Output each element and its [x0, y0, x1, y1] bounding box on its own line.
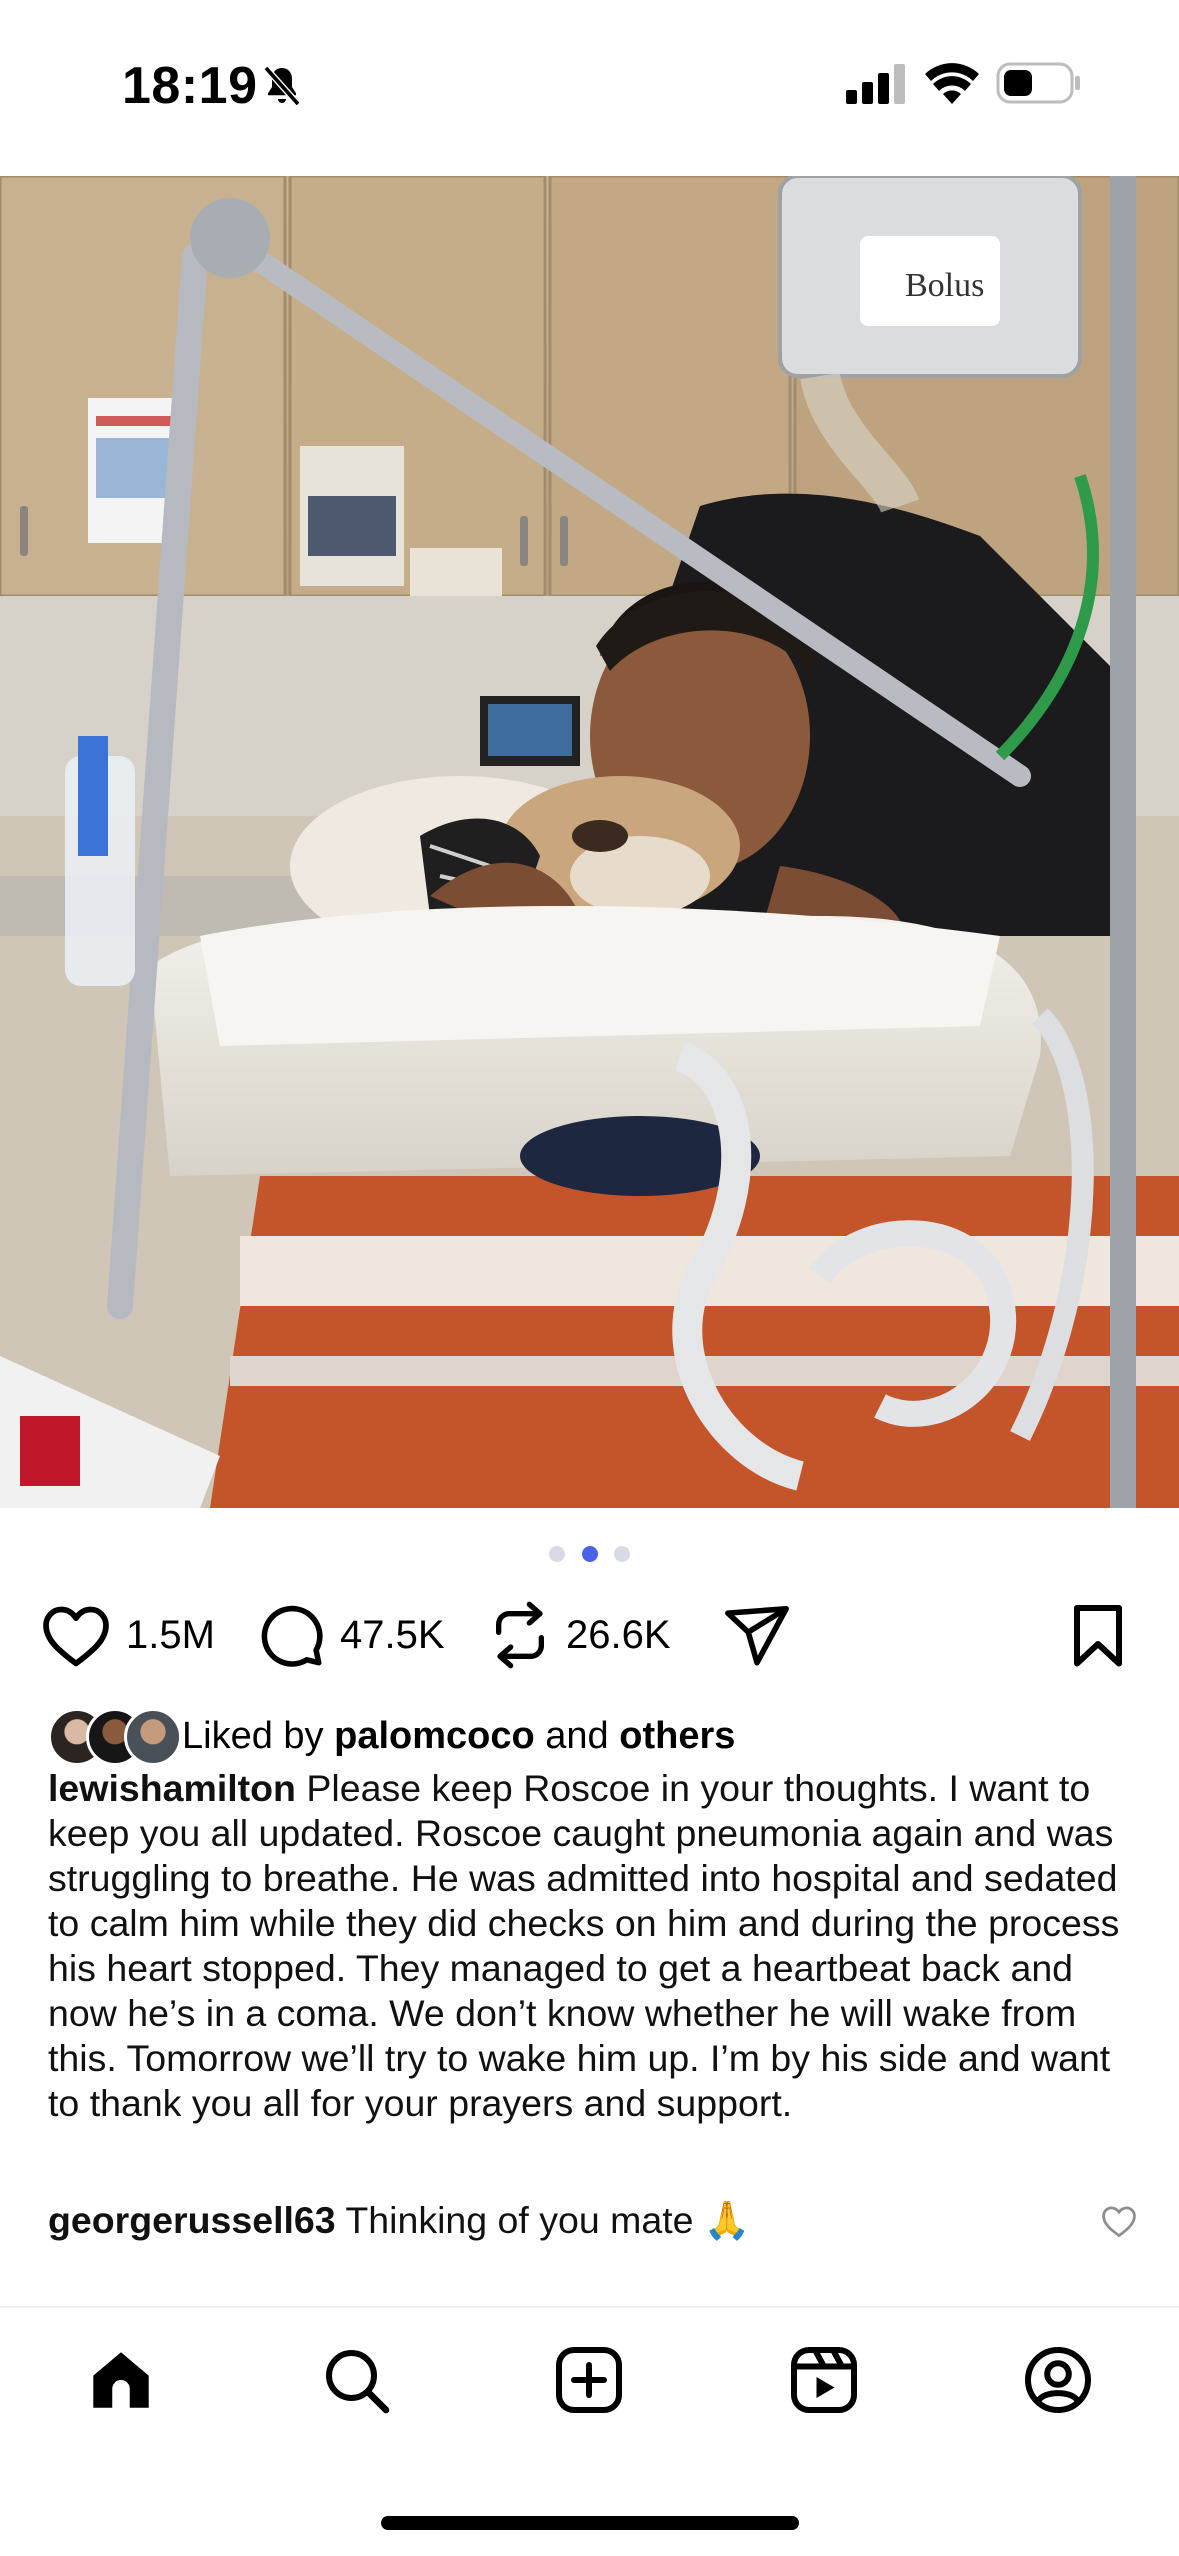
repost-button[interactable]: 26.6K	[488, 1595, 671, 1675]
send-icon	[725, 1605, 789, 1666]
comment-like-icon[interactable]	[1100, 2204, 1138, 2243]
signal-icon	[846, 64, 906, 109]
nav-home[interactable]	[83, 2342, 159, 2418]
liked-by-prefix: Liked by	[182, 1714, 324, 1757]
bolus-label: Bolus	[905, 267, 984, 304]
wifi-icon	[925, 60, 979, 109]
post-caption: lewishamilton Please keep Roscoe in your…	[48, 1766, 1138, 2126]
nav-profile[interactable]	[1020, 2342, 1096, 2418]
liked-by-row[interactable]: Liked by palomcoco and others	[48, 1706, 735, 1766]
nav-reels[interactable]	[786, 2342, 862, 2418]
comment-text: Thinking of you mate 🙏	[345, 2199, 751, 2241]
status-bar: 18:19	[0, 0, 1179, 176]
nav-create[interactable]	[551, 2342, 627, 2418]
battery-icon	[996, 62, 1082, 109]
home-indicator[interactable]	[381, 2516, 799, 2530]
bell-slash-icon	[258, 62, 306, 115]
repost-count: 26.6K	[566, 1612, 671, 1657]
carousel-dot	[549, 1545, 566, 1562]
comment-count: 47.5K	[340, 1612, 445, 1657]
nav-search[interactable]	[318, 2342, 394, 2418]
liked-by-user[interactable]: palomcoco	[334, 1715, 535, 1757]
share-button[interactable]	[722, 1595, 792, 1675]
liked-by-joiner: and	[545, 1714, 609, 1757]
post-image[interactable]: Bolus	[0, 176, 1179, 1508]
create-icon	[556, 2347, 622, 2413]
like-button[interactable]: 1.5M	[40, 1595, 215, 1675]
avatar	[124, 1708, 182, 1766]
bookmark-icon	[1074, 1605, 1122, 1667]
repost-icon	[496, 1601, 544, 1669]
carousel-dot	[613, 1545, 630, 1562]
comment-button[interactable]: 47.5K	[256, 1595, 445, 1675]
caption-username[interactable]: lewishamilton	[48, 1767, 296, 1809]
caption-text: Please keep Roscoe in your thoughts. I w…	[48, 1767, 1120, 2124]
profile-icon	[1025, 2347, 1091, 2413]
comment-username[interactable]: georgerussell63	[48, 2199, 336, 2241]
like-count: 1.5M	[126, 1612, 215, 1657]
action-bar: 1.5M 47.5K 26.6K	[0, 1595, 1179, 1675]
liked-by-text: Liked by palomcoco and others	[182, 1715, 735, 1758]
save-button[interactable]	[1068, 1595, 1128, 1675]
home-icon	[93, 2352, 149, 2408]
comment-icon	[261, 1605, 323, 1667]
liked-by-others[interactable]: others	[619, 1715, 735, 1757]
carousel-dot-active	[581, 1545, 598, 1562]
heart-icon	[43, 1606, 109, 1667]
carousel-dots	[0, 1545, 1179, 1565]
nav-divider	[0, 2306, 1179, 2308]
status-time: 18:19	[122, 57, 258, 115]
liked-by-avatars	[48, 1708, 182, 1766]
top-comment[interactable]: georgerussell63 Thinking of you mate 🙏	[48, 2196, 1138, 2244]
reels-icon	[791, 2347, 857, 2413]
search-icon	[326, 2350, 390, 2414]
